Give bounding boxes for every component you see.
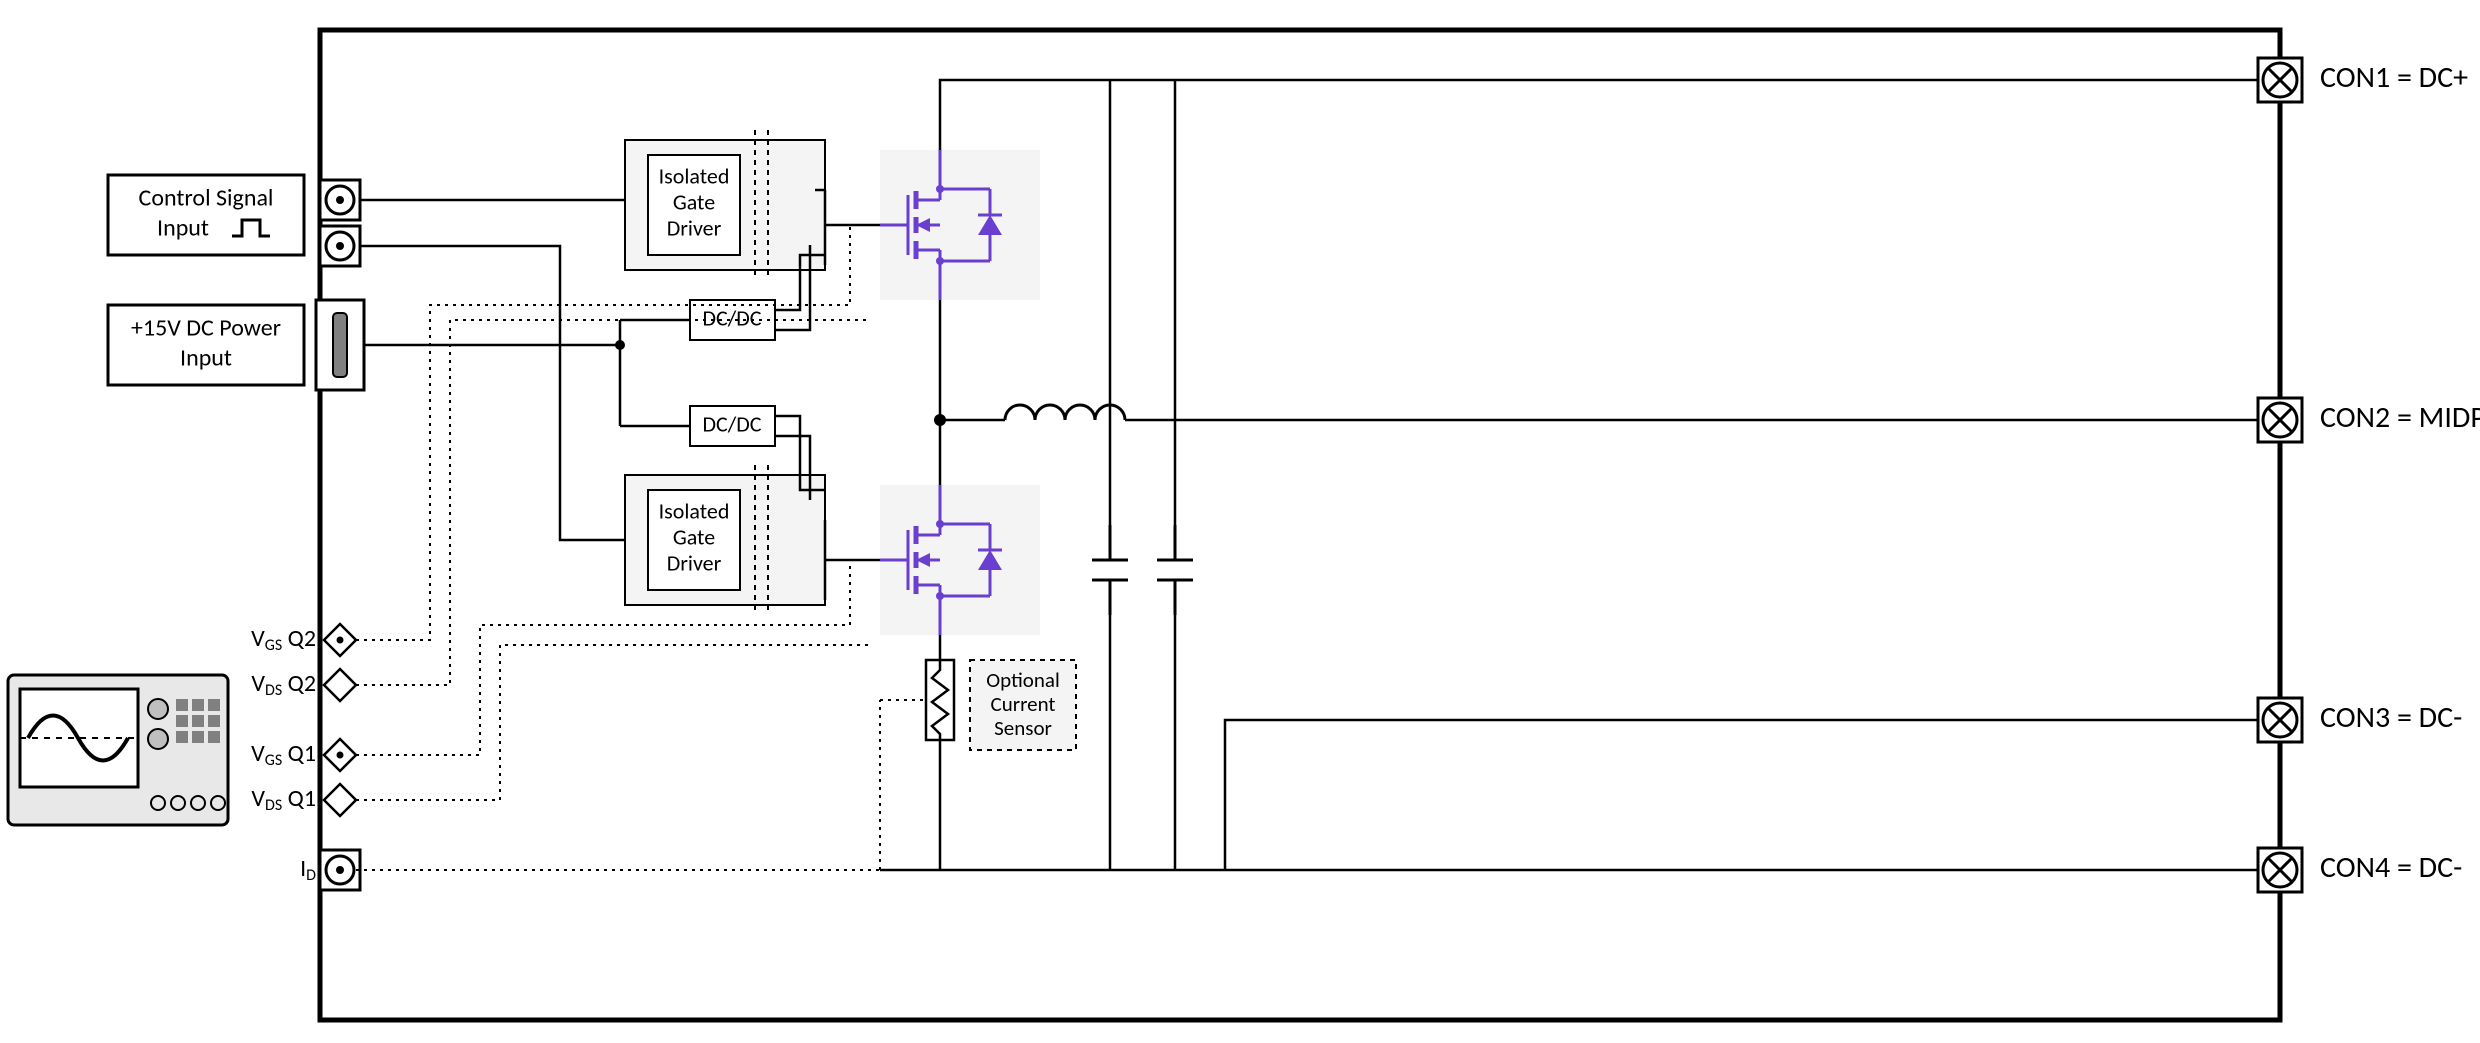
- svg-text:DC/DC: DC/DC: [702, 304, 761, 331]
- dc-power-jack: [316, 300, 364, 390]
- driver-top-l3: Driver: [667, 214, 722, 241]
- label-vds-q1: VDS Q1: [251, 784, 316, 815]
- probe-id-bnc: [320, 850, 360, 890]
- dc-link-cap-right: [1157, 525, 1193, 615]
- terminal-con3: [2258, 698, 2302, 742]
- inductor: [1005, 405, 1125, 420]
- control-signal-line2: Input: [157, 214, 209, 243]
- oscilloscope-icon: [8, 675, 228, 825]
- driver-top-l1: Isolated: [659, 162, 730, 189]
- label-vgs-q2: VGS Q2: [251, 624, 316, 655]
- svg-text:Optional: Optional: [986, 667, 1060, 693]
- control-signal-bnc-bot: [320, 226, 360, 266]
- driver-bot-l3: Driver: [667, 549, 722, 576]
- dc-link-cap-left: [1092, 525, 1128, 615]
- probe-points: [320, 624, 360, 890]
- driver-top-l2: Gate: [673, 188, 715, 215]
- probe-vds-q1: [324, 784, 356, 816]
- power-input-box: +15V DC Power Input: [108, 305, 304, 385]
- svg-text:Sensor: Sensor: [994, 715, 1052, 741]
- mosfet-q1: [880, 485, 1040, 635]
- label-con3: CON3 = DC-: [2320, 699, 2462, 736]
- board-outline: [320, 30, 2280, 1020]
- label-con4: CON4 = DC-: [2320, 849, 2462, 886]
- driver-bot-l2: Gate: [673, 523, 715, 550]
- optional-current-sensor-box: Optional Current Sensor: [970, 660, 1076, 750]
- control-signal-input-box: Control Signal Input: [108, 175, 304, 255]
- power-line2: Input: [180, 344, 232, 373]
- label-vds-q2: VDS Q2: [251, 669, 316, 700]
- power-line1: +15V DC Power: [131, 314, 281, 343]
- label-vgs-q1: VGS Q1: [251, 739, 316, 770]
- svg-text:DC/DC: DC/DC: [702, 410, 761, 437]
- terminal-con4: [2258, 848, 2302, 892]
- control-signal-bnc-top: [320, 180, 360, 220]
- label-con1: CON1 = DC+: [2320, 59, 2468, 96]
- probe-vgs-q2: [324, 624, 356, 656]
- mosfet-q2: [880, 150, 1040, 300]
- probe-vds-q2: [324, 669, 356, 701]
- svg-text:Current: Current: [991, 691, 1056, 717]
- probe-vgs-q1: [324, 739, 356, 771]
- terminal-con2: [2258, 398, 2302, 442]
- gate-driver-top: Isolated Gate Driver: [625, 130, 825, 280]
- control-signal-line1: Control Signal: [139, 184, 274, 213]
- dcdc-bottom: DC/DC: [690, 406, 775, 446]
- driver-bot-l1: Isolated: [659, 497, 730, 524]
- terminal-con1: [2258, 58, 2302, 102]
- label-id: ID: [300, 854, 316, 885]
- gate-driver-bottom: Isolated Gate Driver: [625, 465, 825, 615]
- label-con2: CON2 = MIDPOINT: [2320, 399, 2480, 436]
- current-sense-element: [926, 660, 954, 740]
- probe-labels: VGS Q2 VDS Q2 VGS Q1 VDS Q1 ID: [251, 624, 316, 885]
